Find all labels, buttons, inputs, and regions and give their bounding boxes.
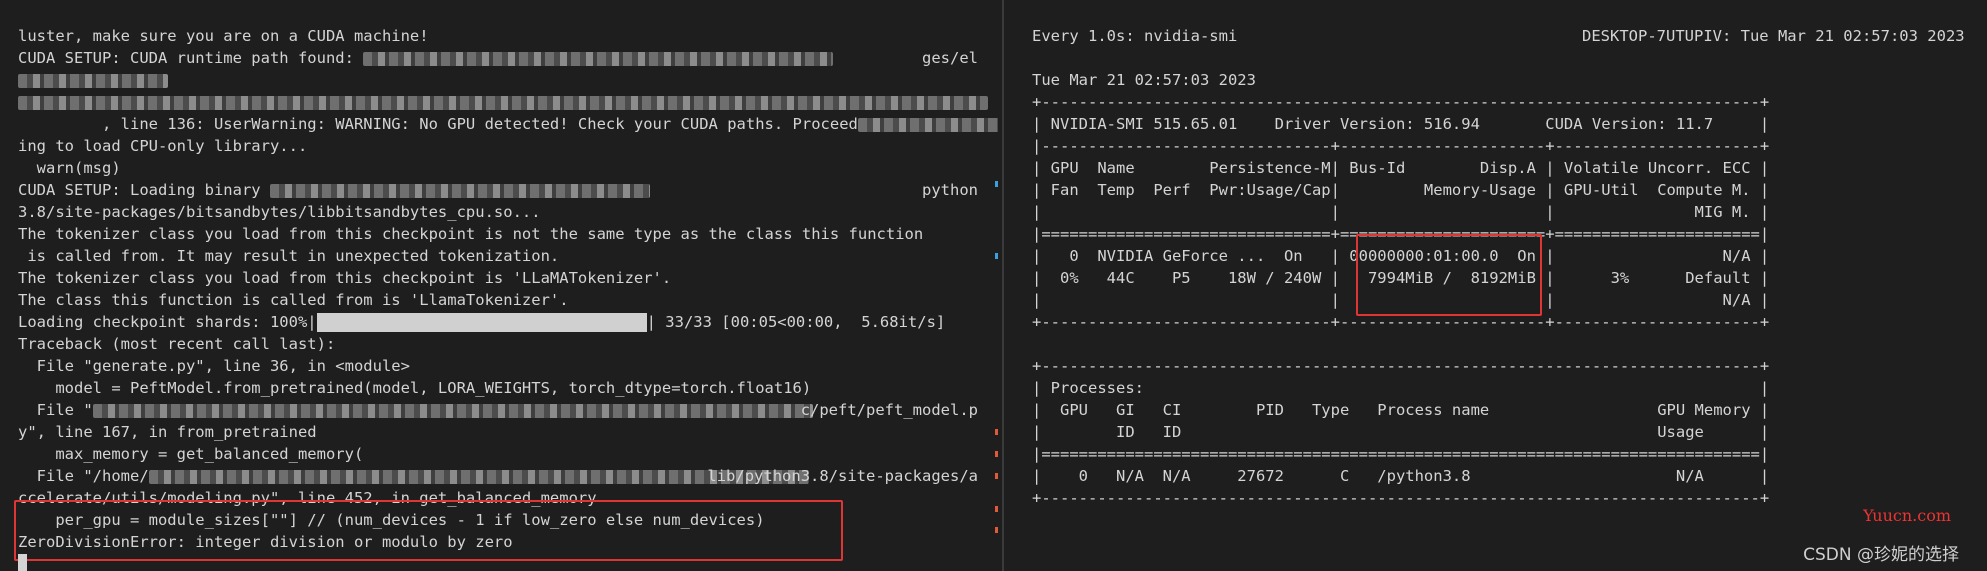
scroll-marker bbox=[995, 527, 998, 533]
terminal-line: The tokenizer class you load from this c… bbox=[18, 225, 924, 243]
terminal-line: warn(msg) bbox=[18, 159, 121, 177]
scroll-marker bbox=[995, 473, 998, 479]
redacted-path bbox=[92, 403, 813, 418]
scroll-marker bbox=[995, 506, 998, 512]
scroll-marker bbox=[995, 253, 998, 259]
scroll-marker bbox=[995, 429, 998, 435]
smi-row: | | | MIG M. | bbox=[1032, 203, 1770, 221]
terminal-line bbox=[18, 91, 998, 113]
terminal-line: CUDA SETUP: Loading binary python bbox=[18, 181, 978, 199]
redacted-path bbox=[18, 95, 988, 110]
checkpoint-progress-bar bbox=[316, 313, 647, 332]
right-terminal[interactable]: Every 1.0s: nvidia-smi DESKTOP-7UTUPIV: … bbox=[1008, 0, 1987, 571]
smi-row: | GPU GI CI PID Type Process name GPU Me… bbox=[1032, 401, 1770, 419]
terminal-line: The class this function is called from i… bbox=[18, 291, 569, 309]
smi-row: | 0 N/A N/A 27672 C /python3.8 N/A | bbox=[1032, 467, 1770, 485]
terminal-line: Loading checkpoint shards: 100%| | 33/33 … bbox=[18, 313, 946, 332]
watermark-text: Yuucn.com bbox=[1863, 506, 1951, 525]
smi-row: | ID ID Usage | bbox=[1032, 423, 1770, 441]
terminal-line: 3.8/site-packages/bitsandbytes/libbitsan… bbox=[18, 203, 541, 221]
terminal-line: y", line 167, in from_pretrained bbox=[18, 423, 317, 441]
terminal-line: model = PeftModel.from_pretrained(model,… bbox=[18, 379, 812, 397]
redacted-path bbox=[363, 51, 834, 66]
left-terminal[interactable]: luster, make sure you are on a CUDA mach… bbox=[0, 0, 998, 571]
smi-row: | Processes: | bbox=[1032, 379, 1770, 397]
terminal-line: The tokenizer class you load from this c… bbox=[18, 269, 672, 287]
csdn-credit: CSDN @珍妮的选择 bbox=[1803, 545, 1959, 565]
redacted-path bbox=[18, 73, 168, 88]
terminal-line: Traceback (most recent call last): bbox=[18, 335, 336, 353]
smi-row: | Fan Temp Perf Pwr:Usage/Cap| Memory-Us… bbox=[1032, 181, 1770, 199]
smi-row: |=======================================… bbox=[1032, 445, 1770, 463]
terminal-line: luster, make sure you are on a CUDA mach… bbox=[18, 27, 429, 45]
redacted-path bbox=[857, 117, 998, 132]
watch-header-right: DESKTOP-7UTUPIV: Tue Mar 21 02:57:03 202… bbox=[1582, 27, 1965, 45]
scroll-marker bbox=[995, 181, 998, 187]
smi-row bbox=[1032, 333, 1769, 355]
smi-date-line: Tue Mar 21 02:57:03 2023 bbox=[1032, 71, 1256, 89]
terminal-line: CUDA SETUP: CUDA runtime path found: ges… bbox=[18, 49, 978, 67]
smi-row: +---------------------------------------… bbox=[1032, 357, 1770, 375]
left-terminal-output: luster, make sure you are on a CUDA mach… bbox=[18, 25, 998, 553]
redacted-path bbox=[269, 183, 650, 198]
terminal-line: max_memory = get_balanced_memory( bbox=[18, 445, 364, 463]
terminal-line: File " c/peft/peft_model.p bbox=[18, 401, 978, 419]
terminal-line bbox=[18, 69, 998, 91]
terminal-line: , line 136: UserWarning: WARNING: No GPU… bbox=[18, 113, 998, 135]
terminal-line: File "generate.py", line 36, in <module> bbox=[18, 357, 410, 375]
terminal-line: File "/home/lib/python3.8/site-packages/… bbox=[18, 467, 978, 485]
smi-row: | GPU Name Persistence-M| Bus-Id Disp.A … bbox=[1032, 159, 1770, 177]
terminal-line: ing to load CPU-only library... bbox=[18, 137, 308, 155]
terminal-cursor bbox=[18, 553, 27, 571]
smi-row: +---------------------------------------… bbox=[1032, 93, 1770, 111]
error-highlight-box bbox=[14, 500, 843, 561]
scroll-marker bbox=[995, 451, 998, 457]
watch-header-left: Every 1.0s: nvidia-smi bbox=[1032, 27, 1238, 45]
smi-row: +---------------------------------------… bbox=[1032, 489, 1770, 507]
terminal-line: is called from. It may result in unexpec… bbox=[18, 247, 560, 265]
smi-row: | NVIDIA-SMI 515.65.01 Driver Version: 5… bbox=[1032, 115, 1770, 133]
pane-divider[interactable] bbox=[1002, 0, 1004, 571]
memory-highlight-box bbox=[1356, 234, 1542, 316]
smi-row: |-------------------------------+-------… bbox=[1032, 137, 1770, 155]
